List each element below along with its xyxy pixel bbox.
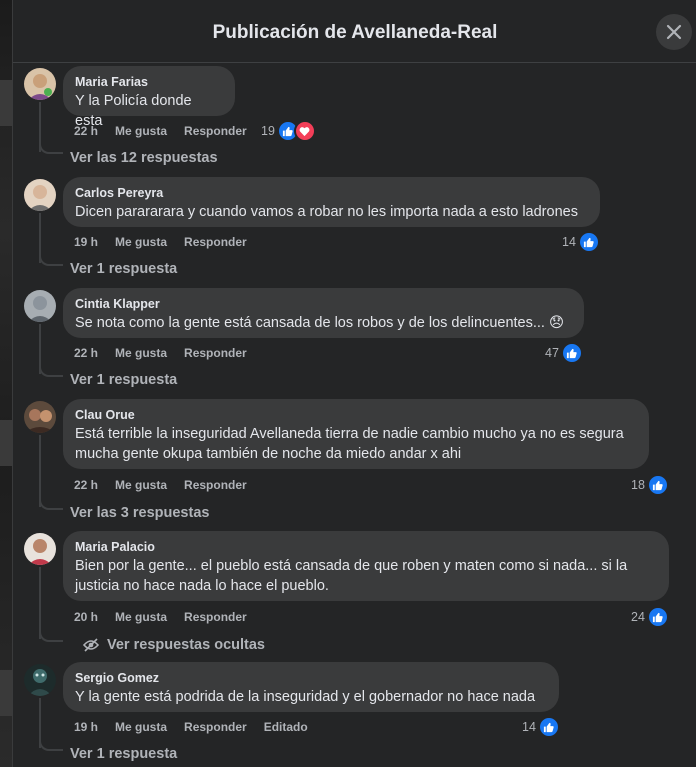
like-button[interactable]: Me gusta — [115, 720, 167, 734]
comment-author[interactable]: Cintia Klapper — [75, 296, 572, 312]
comment-time[interactable]: 19 h — [74, 720, 98, 734]
avatar[interactable] — [24, 179, 56, 211]
like-button[interactable]: Me gusta — [115, 346, 167, 360]
avatar[interactable] — [24, 68, 56, 100]
view-replies-link[interactable]: Ver 1 respuesta — [70, 372, 177, 388]
like-reaction-icon — [560, 342, 583, 364]
comment-text: Se nota como la gente está cansada de lo… — [75, 315, 565, 331]
reaction-summary[interactable]: 18 — [631, 474, 669, 496]
reaction-summary[interactable]: 19 — [261, 120, 316, 142]
comments-list[interactable]: Maria Farias Y la Policía donde esta 22 … — [13, 64, 696, 767]
like-button[interactable]: Me gusta — [115, 235, 167, 249]
comment-time[interactable]: 22 h — [74, 478, 98, 492]
background-thumbnail — [0, 670, 12, 716]
view-replies-link[interactable]: Ver 1 respuesta — [70, 746, 177, 762]
comment-author[interactable]: Maria Farias — [75, 74, 223, 90]
dialog-title: Publicación de Avellaneda-Real — [212, 22, 498, 43]
reply-button[interactable]: Responder — [184, 610, 247, 624]
reply-button[interactable]: Responder — [184, 720, 247, 734]
comment-bubble: Cintia Klapper Se nota como la gente est… — [63, 288, 584, 338]
comment-actions: 19 h Me gusta Responder — [74, 235, 264, 249]
comment-text: Dicen parararara y cuando vamos a robar … — [75, 204, 578, 220]
love-reaction-icon — [293, 120, 316, 142]
comment-bubble: Clau Orue Está terrible la inseguridad A… — [63, 399, 649, 469]
comment-bubble: Maria Palacio Bien por la gente... el pu… — [63, 531, 669, 601]
reaction-count: 14 — [522, 720, 536, 734]
reaction-count: 24 — [631, 610, 645, 624]
comment-actions: 22 h Me gusta Responder — [74, 478, 264, 492]
comment-author[interactable]: Clau Orue — [75, 407, 637, 423]
dialog-header: Publicación de Avellaneda-Real — [13, 0, 696, 63]
close-button[interactable] — [656, 14, 692, 50]
like-button[interactable]: Me gusta — [115, 610, 167, 624]
reaction-summary[interactable]: 24 — [631, 606, 669, 628]
view-replies-label: Ver 1 respuesta — [70, 746, 178, 762]
like-button[interactable]: Me gusta — [115, 124, 167, 138]
reaction-count: 19 — [261, 124, 275, 138]
reaction-count: 18 — [631, 478, 645, 492]
background-thumbnail — [0, 80, 12, 126]
comment-time[interactable]: 22 h — [74, 346, 98, 360]
view-replies-link[interactable]: Ver 1 respuesta — [70, 261, 177, 277]
view-replies-label: Ver respuestas ocultas — [107, 637, 265, 653]
like-reaction-icon — [646, 606, 669, 628]
like-reaction-icon — [537, 716, 560, 738]
comment-bubble: Maria Farias Y la Policía donde esta — [63, 66, 235, 129]
comment-text: Bien por la gente... el pueblo está cans… — [75, 558, 628, 594]
reply-button[interactable]: Responder — [184, 346, 247, 360]
comment-bubble: Sergio Gomez Y la gente está podrida de … — [63, 662, 559, 712]
comment-actions: 19 h Me gusta Responder Editado — [74, 720, 325, 734]
like-reaction-icon — [577, 231, 600, 253]
reaction-count: 14 — [562, 235, 576, 249]
comment-bubble: Carlos Pereyra Dicen parararara y cuando… — [63, 177, 600, 227]
view-replies-label: Ver las 3 respuestas — [70, 505, 210, 521]
post-dialog: Publicación de Avellaneda-Real Maria Far… — [12, 0, 696, 767]
background-thumbnail — [0, 420, 12, 466]
view-replies-link[interactable]: Ver las 3 respuestas — [70, 505, 209, 521]
view-hidden-replies-link[interactable]: Ver respuestas ocultas — [83, 637, 265, 653]
reaction-count: 47 — [545, 346, 559, 360]
edited-label[interactable]: Editado — [264, 720, 308, 734]
eye-slash-icon — [83, 638, 99, 652]
comment-time[interactable]: 19 h — [74, 235, 98, 249]
avatar[interactable] — [24, 290, 56, 322]
reaction-summary[interactable]: 47 — [545, 342, 583, 364]
reply-button[interactable]: Responder — [184, 478, 247, 492]
background-feed — [0, 0, 12, 767]
reply-button[interactable]: Responder — [184, 235, 247, 249]
view-replies-label: Ver 1 respuesta — [70, 261, 178, 277]
comment-author[interactable]: Sergio Gomez — [75, 670, 547, 686]
avatar[interactable] — [24, 664, 56, 696]
avatar[interactable] — [24, 533, 56, 565]
comment-text: Está terrible la inseguridad Avellaneda … — [75, 426, 624, 462]
close-icon — [666, 24, 682, 40]
view-replies-label: Ver 1 respuesta — [70, 372, 178, 388]
comment-actions: 22 h Me gusta Responder — [74, 346, 264, 360]
reply-button[interactable]: Responder — [184, 124, 247, 138]
avatar[interactable] — [24, 401, 56, 433]
view-replies-label: Ver las 12 respuestas — [70, 150, 218, 166]
comment-actions: 22 h Me gusta Responder — [74, 124, 264, 138]
comment-actions: 20 h Me gusta Responder — [74, 610, 264, 624]
like-button[interactable]: Me gusta — [115, 478, 167, 492]
view-replies-link[interactable]: Ver las 12 respuestas — [70, 150, 218, 166]
comment-time[interactable]: 22 h — [74, 124, 98, 138]
comment-author[interactable]: Maria Palacio — [75, 539, 657, 555]
comment-text: Y la gente está podrida de la insegurida… — [75, 689, 536, 705]
reaction-summary[interactable]: 14 — [522, 716, 560, 738]
like-reaction-icon — [646, 474, 669, 496]
comment-author[interactable]: Carlos Pereyra — [75, 185, 588, 201]
reaction-summary[interactable]: 14 — [562, 231, 600, 253]
comment-time[interactable]: 20 h — [74, 610, 98, 624]
